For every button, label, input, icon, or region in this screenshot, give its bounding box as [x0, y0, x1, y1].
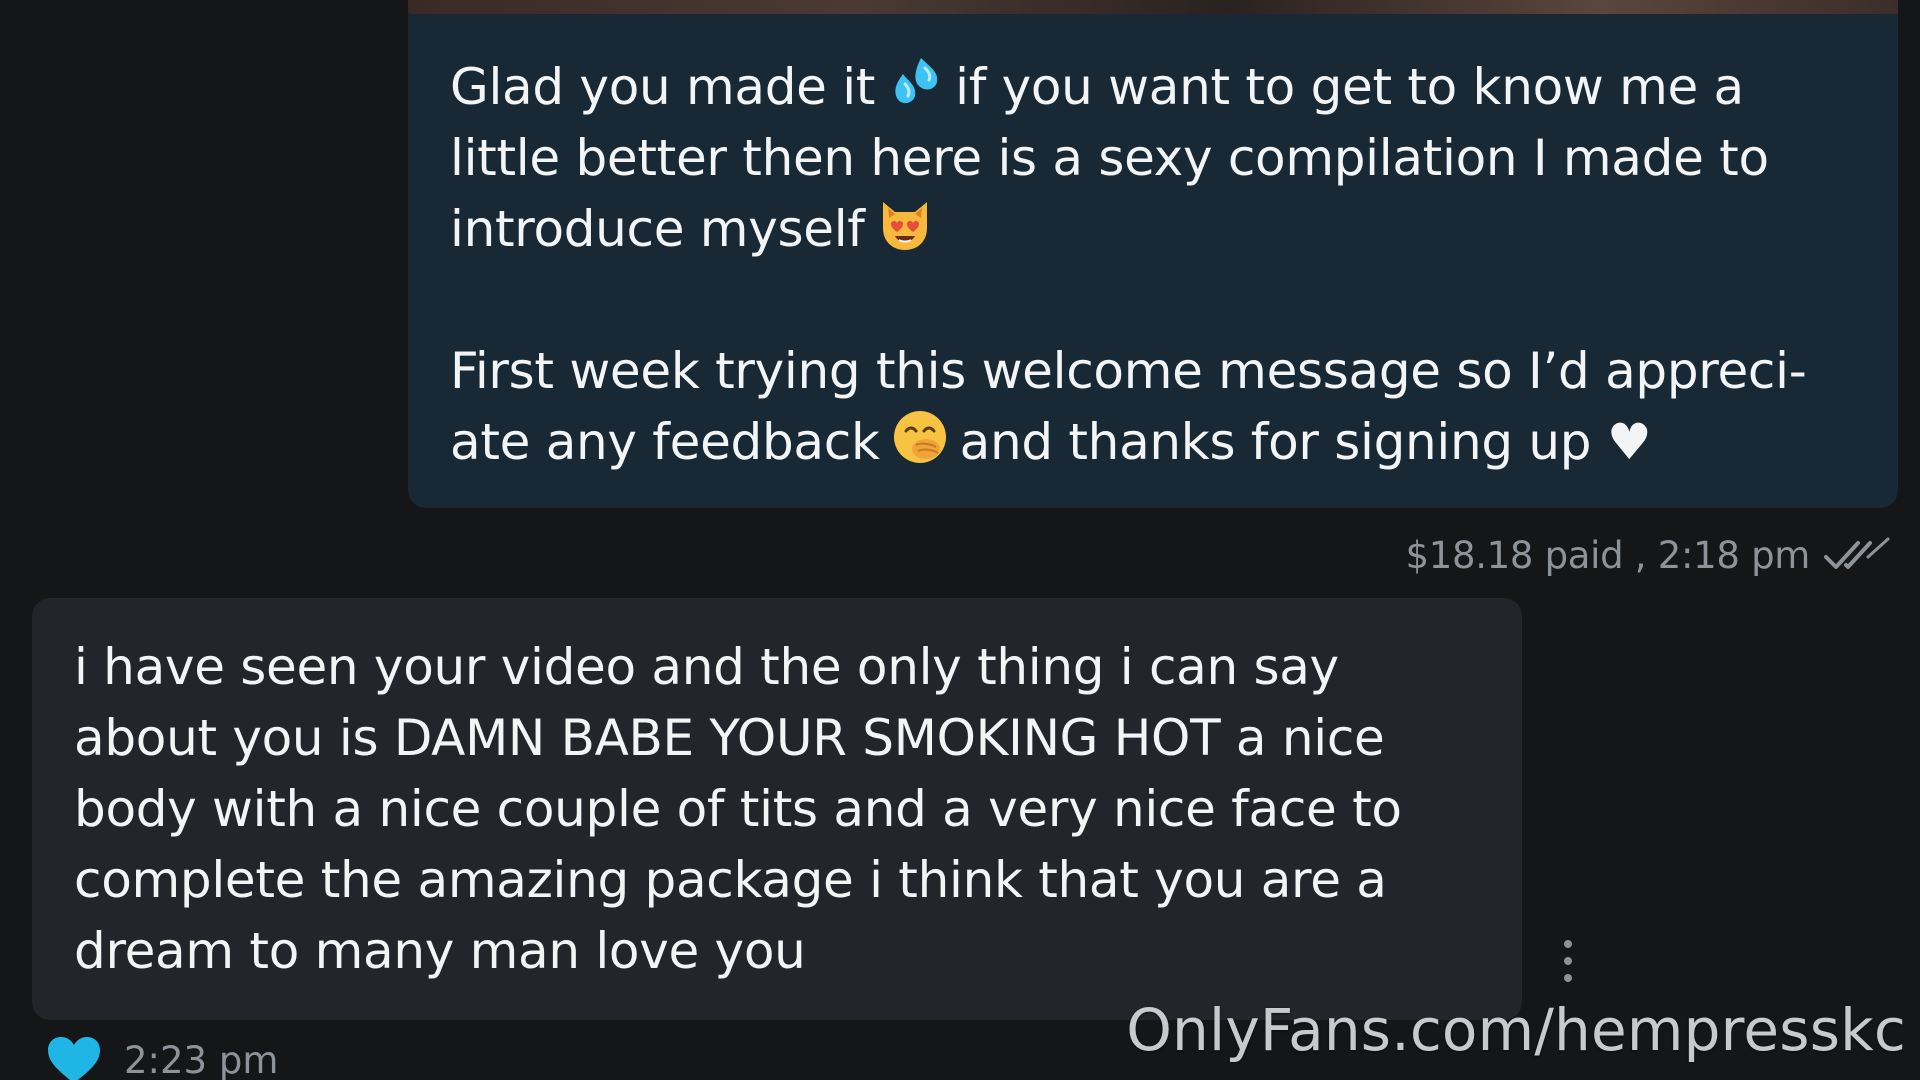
watermark: OnlyFans.com/hempresskc: [1126, 996, 1906, 1064]
incoming-message-bubble[interactable]: i have seen your video and the only thin…: [32, 598, 1522, 1020]
incoming-message-meta: 2:23 pm: [46, 1030, 278, 1080]
outgoing-paragraph-1: Glad you made it if you want to get to k…: [450, 52, 1858, 265]
incoming-message-time: 2:23 pm: [124, 1038, 279, 1080]
outgoing-text-1a: Glad you made it: [450, 58, 876, 116]
outgoing-message-meta: $18.18 paid , 2:18 pm: [1405, 530, 1890, 580]
heart-eyes-cat-icon: [882, 202, 927, 250]
heart-icon[interactable]: [46, 1035, 102, 1080]
payment-and-time: $18.18 paid , 2:18 pm: [1405, 533, 1810, 577]
double-check-icon: [1824, 537, 1890, 569]
face-with-hand-over-mouth-icon: [893, 411, 946, 463]
outgoing-message-bubble[interactable]: Glad you made it if you want to get to k…: [408, 14, 1898, 508]
chat-thread: Glad you made it if you want to get to k…: [0, 0, 1920, 1080]
incoming-message-text: i have seen your video and the only thin…: [74, 638, 1402, 980]
media-preview-strip[interactable]: [408, 0, 1898, 14]
outgoing-paragraph-2: First week trying this welcome message s…: [450, 336, 1858, 478]
more-options-icon[interactable]: [1556, 936, 1580, 986]
sweat-droplets-icon: [895, 58, 938, 104]
outgoing-text-2b: and thanks for signing up ♥: [959, 413, 1652, 471]
